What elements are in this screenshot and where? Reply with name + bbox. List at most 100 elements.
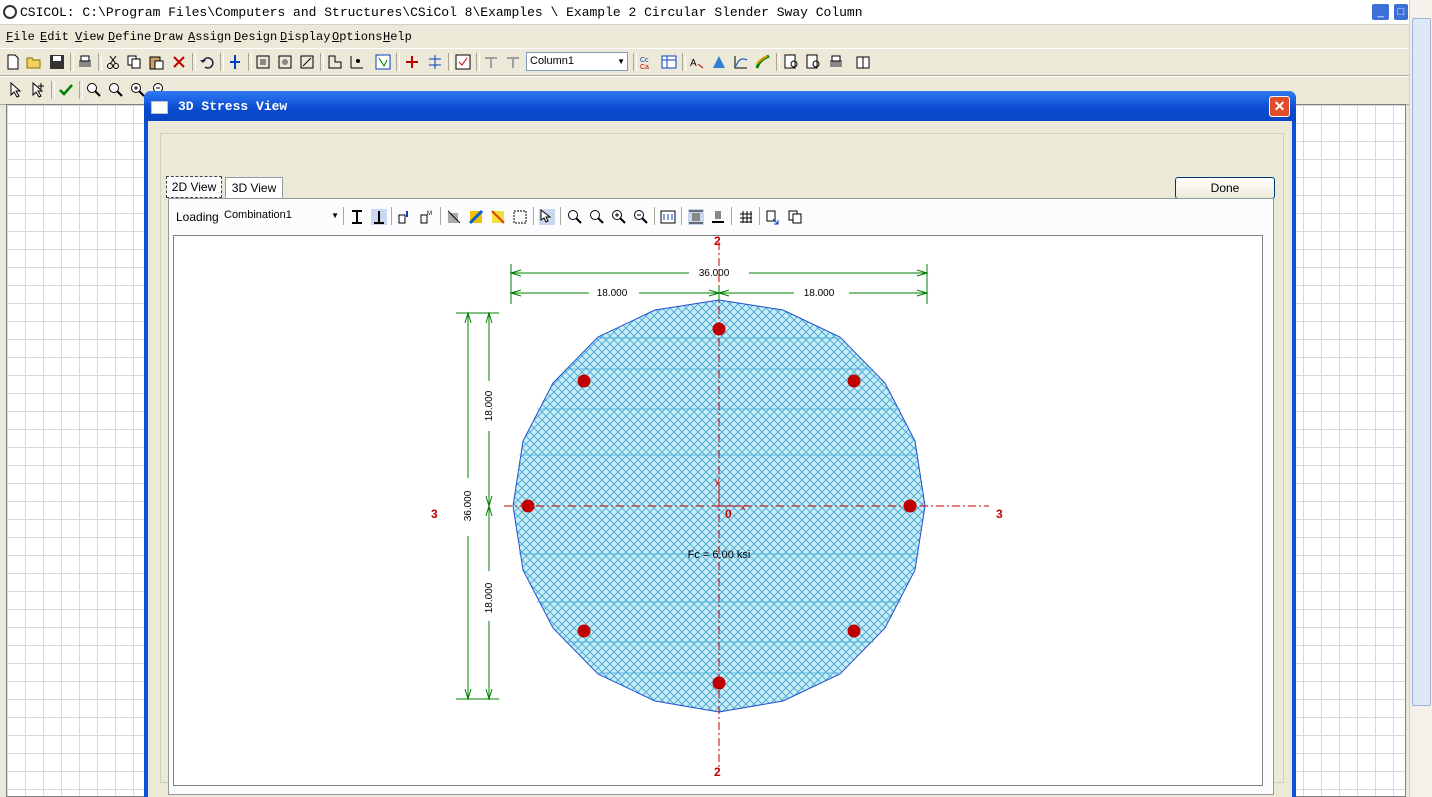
undo-icon[interactable] (199, 54, 215, 70)
report-icon[interactable] (783, 54, 799, 70)
minimize-button[interactable]: _ (1371, 3, 1390, 21)
draw-point-icon[interactable] (349, 54, 365, 70)
chevron-down-icon: ▼ (331, 211, 339, 220)
surface-3d-icon[interactable] (711, 54, 727, 70)
maximize-button[interactable]: □ (1393, 3, 1409, 21)
section-icon[interactable] (255, 54, 271, 70)
menu-design[interactable]: Design (234, 30, 277, 44)
outline-icon[interactable] (512, 209, 528, 225)
copy-icon[interactable] (126, 54, 142, 70)
table-view-icon[interactable] (661, 54, 677, 70)
dimension-icon[interactable] (688, 209, 704, 225)
delete-icon[interactable] (171, 54, 187, 70)
rebar[interactable] (712, 322, 726, 336)
stamp-icon[interactable] (710, 209, 726, 225)
print-icon[interactable] (77, 54, 93, 70)
menu-assign[interactable]: Assign (188, 30, 231, 44)
rebar[interactable] (847, 624, 861, 638)
rebar[interactable] (847, 374, 861, 388)
draw-shape-icon[interactable] (327, 54, 343, 70)
select-snap-icon[interactable] (375, 54, 391, 70)
top-fiber-icon[interactable] (349, 209, 365, 225)
zoom-restore-icon[interactable] (589, 209, 605, 225)
capacity-icon[interactable]: CcCa (639, 54, 655, 70)
zoom-in-icon[interactable] (611, 209, 627, 225)
rebar[interactable] (577, 624, 591, 638)
save-icon[interactable] (49, 54, 65, 70)
origin-label: 0 (725, 507, 732, 521)
color-gradient-icon[interactable] (490, 209, 506, 225)
column-combo[interactable]: Column1 ▼ (526, 52, 628, 71)
dim-upper-half: 18.000 (484, 390, 495, 421)
dim-total-vertical: 36.000 (463, 490, 474, 521)
loading-combo-value: Combination1 (224, 209, 292, 221)
cut-icon[interactable] (105, 54, 121, 70)
open-folder-icon[interactable] (26, 54, 42, 70)
menu-view[interactable]: View (75, 30, 104, 44)
menu-edit[interactable]: Edit (40, 30, 69, 44)
zoom-out-icon[interactable] (633, 209, 649, 225)
grid-icon[interactable] (738, 209, 754, 225)
done-button[interactable]: Done (1175, 177, 1275, 199)
main-title-bar: CSICOL: C:\Program Files\Computers and S… (0, 0, 1409, 25)
scrollbar-thumb[interactable] (1412, 18, 1431, 706)
rebar[interactable] (577, 374, 591, 388)
zoom-window-icon[interactable] (567, 209, 583, 225)
tool-icon[interactable] (227, 54, 243, 70)
loading-combo[interactable]: Combination1 ▼ (221, 207, 341, 225)
reshape-pointer-icon[interactable] (30, 82, 46, 98)
section-drawing: y x 0 2 2 3 3 Fc = 6.00 ksi 36.000 18.00… (431, 236, 1003, 779)
rebar-stress-icon[interactable] (397, 209, 413, 225)
select-pointer-icon[interactable] (539, 209, 555, 225)
vertical-scrollbar[interactable] (1409, 0, 1432, 797)
menu-file[interactable]: File (6, 30, 35, 44)
menu-help[interactable]: Help (383, 30, 412, 44)
color-fill-icon[interactable] (468, 209, 484, 225)
checkmark-icon[interactable] (58, 82, 74, 98)
contour-icon[interactable] (755, 54, 771, 70)
tab-3d-view[interactable]: 3D View (225, 177, 283, 199)
dialog-title-bar[interactable] (144, 91, 1296, 121)
axis-label-icon[interactable]: A (689, 54, 705, 70)
bottom-fiber-icon[interactable] (371, 209, 387, 225)
align-icon[interactable] (427, 54, 443, 70)
moment-icon[interactable]: M (419, 209, 435, 225)
pan-icon[interactable] (660, 209, 676, 225)
print-report-icon[interactable] (828, 54, 844, 70)
menu-define[interactable]: Define (108, 30, 151, 44)
menu-options[interactable]: Options (332, 30, 382, 44)
paste-icon[interactable] (148, 54, 164, 70)
rebar[interactable] (712, 676, 726, 690)
disabled-tool-icon[interactable] (483, 54, 499, 70)
export-icon[interactable] (765, 209, 781, 225)
report-2-icon[interactable] (805, 54, 821, 70)
menu-draw[interactable]: Draw (154, 30, 183, 44)
dialog-close-button[interactable]: ✕ (1269, 96, 1290, 117)
section-3-icon[interactable] (299, 54, 315, 70)
section-drawing-canvas[interactable]: y x 0 2 2 3 3 Fc = 6.00 ksi 36.000 18.00… (173, 235, 1263, 786)
manual-book-icon[interactable] (855, 54, 871, 70)
chevron-down-icon: ▼ (617, 57, 625, 66)
curve-icon[interactable] (733, 54, 749, 70)
disabled-tool-2-icon[interactable] (505, 54, 521, 70)
tab-2d-view[interactable]: 2D View (166, 176, 222, 198)
zoom-window-icon[interactable] (86, 82, 102, 98)
zoom-restore-icon[interactable] (108, 82, 124, 98)
window-title: CSICOL: C:\Program Files\Computers and S… (20, 5, 863, 20)
rebar[interactable] (903, 499, 917, 513)
new-file-icon[interactable] (5, 54, 21, 70)
check-section-icon[interactable] (455, 54, 471, 70)
replicate-icon[interactable] (404, 54, 420, 70)
menu-display[interactable]: Display (280, 30, 330, 44)
dialog-window-icon (151, 101, 168, 114)
pointer-icon[interactable] (8, 82, 24, 98)
section-2-icon[interactable] (277, 54, 293, 70)
hide-icon[interactable] (446, 209, 462, 225)
fc-label: Fc = 6.00 ksi (688, 549, 751, 561)
copy-image-icon[interactable] (787, 209, 803, 225)
menu-bar: File Edit View Define Draw Assign Design… (0, 26, 1409, 48)
rebar[interactable] (521, 499, 535, 513)
view-panel: Loading Combination1 ▼ M y x 0 2 2 3 3 F… (168, 198, 1274, 795)
axis-3-right-label: 3 (996, 507, 1003, 521)
local-x-label: x (741, 502, 746, 512)
